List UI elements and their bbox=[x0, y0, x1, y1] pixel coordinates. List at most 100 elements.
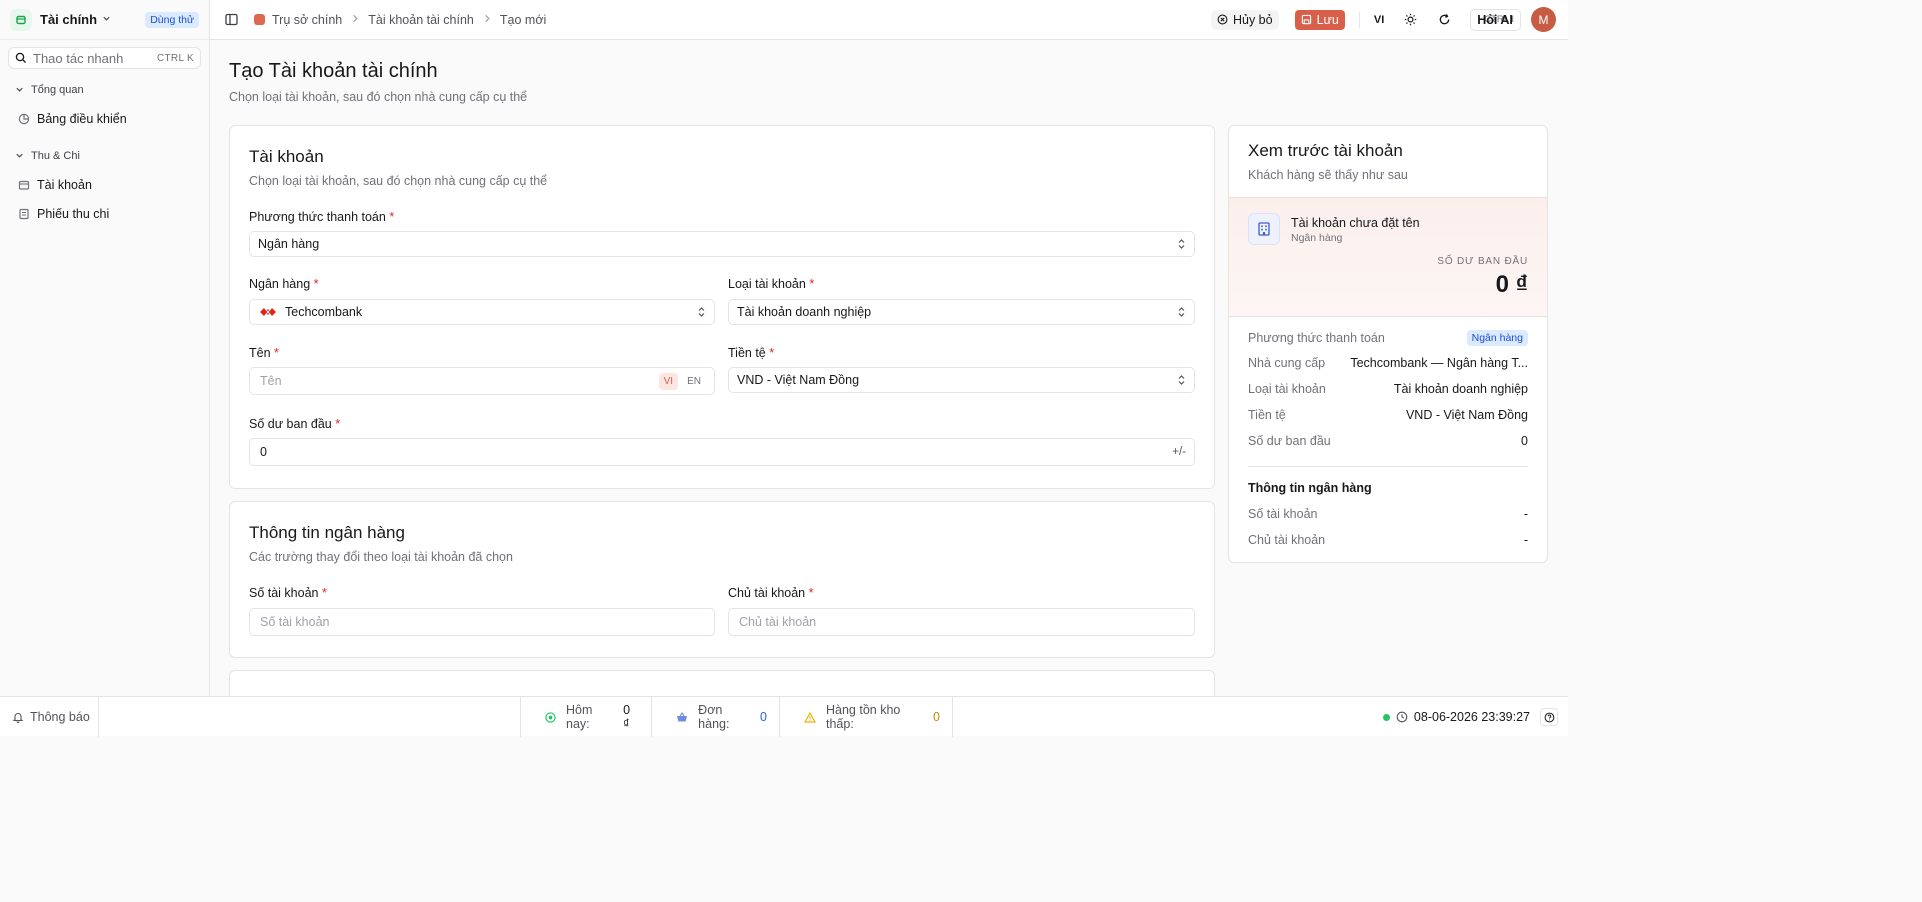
low-stock-stat: Hàng tồn kho thấp: 0 bbox=[779, 697, 952, 737]
refresh-icon[interactable] bbox=[1436, 12, 1452, 28]
notifications-label: Thông báo bbox=[30, 710, 90, 724]
name-label: Tên * bbox=[249, 346, 279, 360]
wallet-icon bbox=[18, 179, 30, 191]
opening-balance-input[interactable]: 0 +/- bbox=[249, 438, 1195, 466]
account-number-input[interactable]: Số tài khoản bbox=[249, 608, 715, 636]
sidebar-group-income-expense[interactable]: Thu & Chi bbox=[0, 149, 209, 163]
account-holder-input[interactable]: Chủ tài khoản bbox=[728, 608, 1195, 636]
notifications-button[interactable]: Thông báo bbox=[0, 697, 99, 737]
cancel-label: Hủy bỏ bbox=[1232, 12, 1273, 27]
preview-row-account-number: Số tài khoản - bbox=[1248, 507, 1528, 521]
sidebar-group-label: Thu & Chi bbox=[31, 150, 80, 162]
payment-method-select[interactable]: Ngân hàng bbox=[249, 231, 1195, 257]
sidebar-group-label: Tổng quan bbox=[31, 84, 84, 96]
language-switcher[interactable]: VI bbox=[1374, 14, 1384, 26]
chevron-down-icon bbox=[102, 14, 111, 26]
payment-method-label: Phương thức thanh toán * bbox=[249, 210, 395, 224]
ask-ai-button[interactable]: Hỏi AI CTRL I bbox=[1470, 8, 1521, 31]
low-stock-label: Hàng tồn kho thấp: bbox=[826, 703, 901, 731]
name-placeholder: Tên bbox=[260, 374, 282, 388]
sidebar-item-accounts[interactable]: Tài khoản bbox=[8, 173, 201, 197]
user-avatar[interactable]: M bbox=[1531, 7, 1556, 32]
cancel-button[interactable]: Hủy bỏ bbox=[1210, 9, 1279, 30]
today-value: 0 ₫ bbox=[623, 703, 631, 731]
preview-row-currency: Tiền tệ VND - Việt Nam Đồng bbox=[1248, 408, 1528, 422]
account-card-subtitle: Chọn loại tài khoản, sau đó chọn nhà cun… bbox=[249, 174, 548, 188]
quick-action-search[interactable]: Thao tác nhanh CTRL K bbox=[8, 47, 201, 69]
help-icon[interactable] bbox=[1540, 708, 1558, 726]
bank-info-title: Thông tin ngân hàng bbox=[249, 523, 405, 542]
name-input[interactable]: Tên VI EN bbox=[249, 367, 715, 395]
footer-stats: Hôm nay: 0 ₫ Đơn hàng: 0 Hàng tồn kho th… bbox=[520, 697, 953, 737]
bell-icon bbox=[12, 711, 24, 723]
search-placeholder: Thao tác nhanh bbox=[33, 50, 124, 66]
top-bar: Trụ sở chính Tài khoản tài chính Tạo mới… bbox=[210, 0, 1568, 40]
preview-bank-section-title: Thông tin ngân hàng bbox=[1248, 481, 1372, 495]
opening-balance-label: Số dư ban đầu * bbox=[249, 417, 341, 431]
opening-balance-value: 0 bbox=[260, 445, 267, 459]
divider bbox=[1248, 466, 1528, 467]
search-shortcut: CTRL K bbox=[157, 52, 194, 64]
orders-stat: Đơn hàng: 0 bbox=[651, 697, 779, 737]
orders-value: 0 bbox=[760, 710, 767, 724]
breadcrumb-head-office[interactable]: Trụ sở chính bbox=[272, 13, 342, 27]
sidebar-item-dashboard[interactable]: Bảng điều khiển bbox=[8, 107, 201, 131]
save-button[interactable]: Lưu bbox=[1294, 9, 1345, 30]
sidebar-item-label: Phiếu thu chi bbox=[37, 207, 110, 221]
account-card-title: Tài khoản bbox=[249, 147, 324, 166]
sidebar-item-vouchers[interactable]: Phiếu thu chi bbox=[8, 202, 201, 226]
breadcrumb-create-new: Tạo mới bbox=[499, 12, 547, 27]
today-stat: Hôm nay: 0 ₫ bbox=[521, 697, 651, 737]
payment-method-value: Ngân hàng bbox=[258, 237, 320, 251]
breadcrumb-financial-accounts[interactable]: Tài khoản tài chính bbox=[368, 13, 474, 27]
sidebar-item-label: Tài khoản bbox=[37, 178, 92, 192]
chevron-down-icon bbox=[15, 151, 24, 162]
current-datetime: 08-06-2026 23:39:27 bbox=[1413, 710, 1530, 724]
brand-switcher[interactable]: Tài chính Dùng thử bbox=[0, 0, 209, 40]
name-lang-vi[interactable]: VI bbox=[658, 372, 679, 390]
divider bbox=[1358, 11, 1360, 28]
account-number-label: Số tài khoản * bbox=[249, 586, 327, 600]
ask-ai-label: Hỏi AI bbox=[1477, 12, 1513, 27]
preview-account-kind: Ngân hàng bbox=[1291, 232, 1343, 244]
account-preview-card: Xem trước tài khoản Khách hàng sẽ thấy n… bbox=[1228, 125, 1548, 563]
page-title: Tạo Tài khoản tài chính bbox=[229, 60, 438, 82]
preview-subtitle: Khách hàng sẽ thấy như sau bbox=[1248, 168, 1408, 182]
account-type-select[interactable]: Tài khoản doanh nghiệp bbox=[728, 299, 1195, 325]
preview-row-opening-balance: Số dư ban đầu 0 bbox=[1248, 434, 1528, 448]
preview-row-account-type: Loại tài khoản Tài khoản doanh nghiệp bbox=[1248, 382, 1528, 396]
chevron-up-down-icon bbox=[1177, 306, 1186, 318]
status-bar: Thông báo Hôm nay: 0 ₫ Đơn hàng: 0 Hàng … bbox=[0, 696, 1568, 737]
online-status-dot bbox=[1382, 713, 1390, 721]
payment-method-badge: Ngân hàng bbox=[1466, 330, 1528, 346]
close-circle-icon bbox=[1217, 14, 1228, 25]
today-label: Hôm nay: bbox=[566, 703, 593, 731]
orders-label: Đơn hàng: bbox=[698, 703, 730, 731]
account-holder-placeholder: Chủ tài khoản bbox=[739, 615, 817, 629]
account-number-placeholder: Số tài khoản bbox=[260, 615, 330, 629]
main-content: Tạo Tài khoản tài chính Chọn loại tài kh… bbox=[210, 41, 1568, 696]
bank-select[interactable]: Techcombank bbox=[249, 299, 715, 325]
dollar-circle-icon bbox=[545, 711, 556, 723]
sidebar-group-overview[interactable]: Tổng quan bbox=[0, 83, 209, 97]
account-card: Tài khoản Chọn loại tài khoản, sau đó ch… bbox=[229, 125, 1215, 489]
sidebar-toggle-icon[interactable] bbox=[224, 13, 238, 27]
bank-building-icon bbox=[1248, 213, 1280, 245]
techcombank-logo-icon bbox=[260, 307, 276, 317]
sign-toggle[interactable]: +/- bbox=[1172, 446, 1186, 458]
preview-balance-value: 0 ₫ bbox=[1495, 271, 1528, 298]
save-label: Lưu bbox=[1316, 12, 1339, 27]
account-type-value: Tài khoản doanh nghiệp bbox=[737, 305, 872, 319]
chevron-up-down-icon bbox=[697, 306, 706, 318]
currency-select[interactable]: VND - Việt Nam Đồng bbox=[728, 367, 1195, 393]
chevron-right-icon bbox=[483, 14, 491, 26]
preview-row-provider: Nhà cung cấp Techcombank — Ngân hàng T..… bbox=[1248, 356, 1528, 370]
theme-sun-icon[interactable] bbox=[1402, 12, 1418, 28]
sidebar-item-label: Bảng điều khiển bbox=[37, 112, 127, 126]
bank-value: Techcombank bbox=[285, 305, 363, 319]
currency-label: Tiền tệ * bbox=[728, 346, 775, 360]
account-holder-label: Chủ tài khoản * bbox=[728, 586, 814, 600]
bank-info-subtitle: Các trường thay đổi theo loại tài khoản … bbox=[249, 550, 513, 564]
name-lang-en[interactable]: EN bbox=[682, 373, 706, 390]
pie-chart-icon bbox=[18, 113, 30, 125]
